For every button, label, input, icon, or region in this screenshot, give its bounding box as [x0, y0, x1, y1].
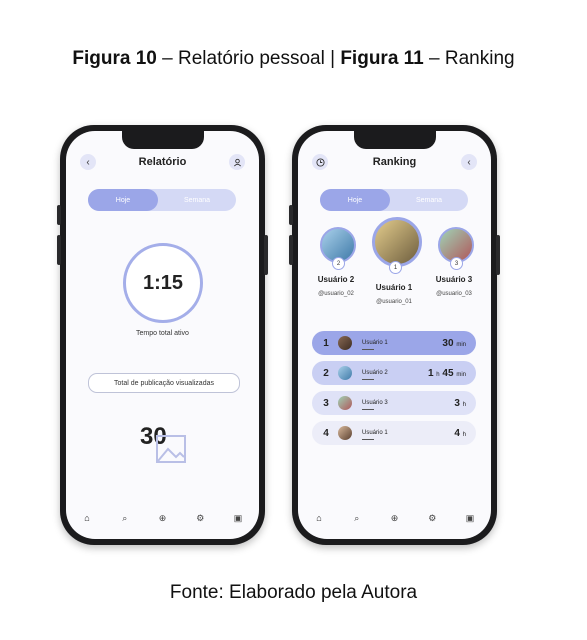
phone-relatorio: ‹ Relatório Hoje Semana 1:15 Tempo total… [57, 125, 268, 545]
figure-11-label: Figura 11 [340, 48, 424, 69]
time-unit: min [456, 371, 466, 378]
podium-handle: @usuario_03 [436, 291, 472, 297]
time-value: 1 [427, 367, 434, 379]
avatar [338, 366, 352, 380]
phone-notch [353, 131, 436, 149]
ranking-time: 3 h [454, 398, 466, 409]
user-icon[interactable]: ▣ [463, 513, 477, 524]
phone-button [289, 205, 293, 225]
podium-handle: @usuario_01 [376, 299, 412, 305]
ranking-position: 1 [323, 337, 329, 349]
phone-button [264, 235, 268, 275]
phone-button [57, 235, 61, 265]
time-unit: min [456, 341, 466, 348]
podium-name: Usuário 3 [435, 275, 473, 284]
period-toggle: Hoje Semana [320, 189, 468, 211]
ranking-time: 30 min [442, 338, 466, 349]
rank-badge: 2 [332, 257, 345, 270]
time-unit: h [436, 371, 440, 378]
phone-button [289, 235, 293, 265]
phone-button [496, 235, 500, 275]
bottom-nav: ⌂ ⌕ ⊕ ⚙ ▣ [312, 511, 477, 525]
image-placeholder-icon [156, 435, 186, 463]
home-icon[interactable]: ⌂ [80, 513, 94, 523]
figure-caption: Figura 10 – Relatório pessoal | Figura 1… [0, 48, 587, 70]
screen-ranking: Ranking ‹ Hoje Semana 2 Usuário 2 @usuar… [298, 131, 491, 539]
profile-button[interactable] [229, 154, 245, 170]
active-time-circle: 1:15 [123, 243, 203, 323]
rank-badge: 1 [389, 261, 402, 274]
time-unit: h [462, 401, 466, 408]
time-value: 3 [454, 397, 460, 409]
phone-ranking: Ranking ‹ Hoje Semana 2 Usuário 2 @usuar… [289, 125, 500, 545]
rank-badge: 3 [450, 257, 463, 270]
phone-button [57, 205, 61, 225]
time-value: 30 [442, 337, 454, 349]
ranking-time: 4 h [454, 428, 466, 439]
time-unit: h [462, 431, 466, 438]
avatar [338, 426, 352, 440]
ranking-name: Usuário 2 [362, 370, 388, 380]
settings-icon[interactable]: ⚙ [425, 513, 439, 524]
tab-hoje[interactable]: Hoje [320, 189, 390, 211]
figure-10-text: – Relatório pessoal | [156, 48, 341, 69]
add-icon[interactable]: ⊕ [388, 513, 402, 524]
period-toggle: Hoje Semana [88, 189, 236, 211]
active-time-label: Tempo total ativo [136, 330, 189, 337]
ranking-time: 1 h 45 min [428, 368, 466, 379]
tab-semana[interactable]: Semana [158, 189, 236, 211]
ranking-name: Usuário 1 [362, 340, 388, 350]
ranking-position: 3 [323, 397, 329, 409]
posts-viewed-button[interactable]: Total de publicação visualizadas [88, 373, 240, 393]
screen-relatorio: ‹ Relatório Hoje Semana 1:15 Tempo total… [66, 131, 259, 539]
chevron-left-icon: ‹ [467, 156, 471, 168]
time-value: 4 [454, 427, 460, 439]
ranking-row[interactable]: 2 Usuário 2 1 h 45 min [312, 361, 476, 385]
tab-semana[interactable]: Semana [390, 189, 468, 211]
bottom-nav: ⌂ ⌕ ⊕ ⚙ ▣ [80, 511, 245, 525]
ranking-name: Usuário 3 [362, 400, 388, 410]
search-icon[interactable]: ⌕ [118, 513, 132, 524]
tab-hoje[interactable]: Hoje [88, 189, 158, 211]
avatar [338, 396, 352, 410]
back-button[interactable]: ‹ [461, 154, 477, 170]
time-value: 45 [442, 367, 454, 379]
home-icon[interactable]: ⌂ [312, 513, 326, 523]
profile-icon [233, 158, 241, 166]
ranking-position: 2 [323, 367, 329, 379]
ranking-row[interactable]: 4 Usuário 1 4 h [312, 421, 476, 445]
ranking-name: Usuário 1 [362, 430, 388, 440]
search-icon[interactable]: ⌕ [350, 513, 364, 524]
settings-icon[interactable]: ⚙ [193, 513, 207, 524]
figure-10-label: Figura 10 [72, 48, 157, 69]
active-time-value: 1:15 [142, 271, 184, 294]
avatar [372, 217, 422, 267]
add-icon[interactable]: ⊕ [156, 513, 170, 524]
phone-notch [121, 131, 204, 149]
figure-11-text: – Ranking [423, 48, 515, 69]
user-icon[interactable]: ▣ [231, 513, 245, 524]
ranking-row[interactable]: 1 Usuário 1 30 min [312, 331, 476, 355]
source-caption: Fonte: Elaborado pela Autora [169, 582, 418, 603]
avatar [338, 336, 352, 350]
ranking-row[interactable]: 3 Usuário 3 3 h [312, 391, 476, 415]
ranking-position: 4 [323, 427, 329, 439]
